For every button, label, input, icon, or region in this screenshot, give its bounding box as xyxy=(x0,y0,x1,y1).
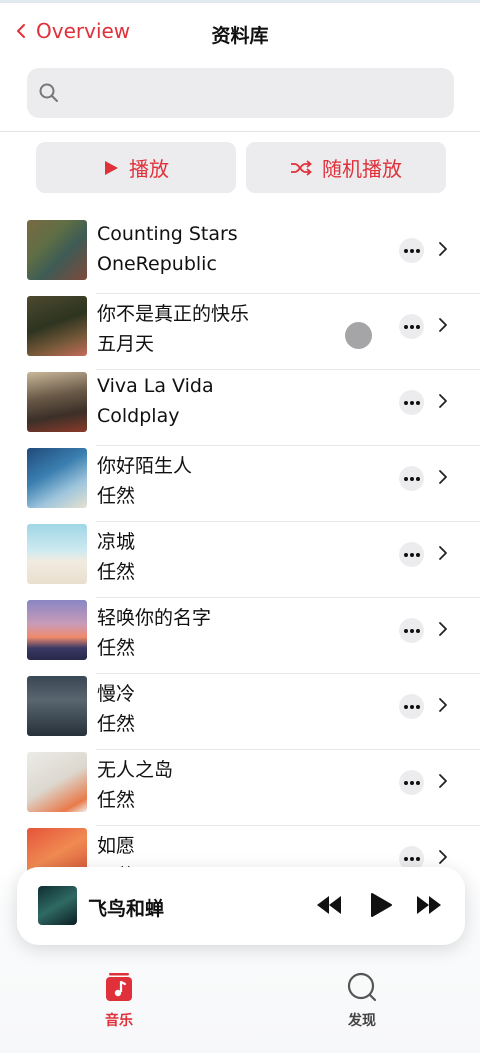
rewind-icon xyxy=(317,896,341,914)
chevron-right-icon[interactable] xyxy=(438,849,448,865)
previous-button[interactable] xyxy=(315,894,343,916)
song-row[interactable]: Viva La Vida Coldplay xyxy=(0,370,480,446)
song-artist: 任然 xyxy=(97,561,136,583)
shuffle-label: 随机播放 xyxy=(322,157,402,181)
search-icon xyxy=(39,83,58,102)
song-artist: 任然 xyxy=(97,637,136,659)
divider xyxy=(0,131,480,132)
more-icon[interactable] xyxy=(399,770,424,795)
album-cover xyxy=(27,600,87,660)
mini-player[interactable]: 飞鸟和蝉 xyxy=(17,867,465,945)
more-icon[interactable] xyxy=(399,390,424,415)
song-title: 你不是真正的快乐 xyxy=(97,303,250,325)
tab-music[interactable]: 音乐 xyxy=(89,972,149,1030)
album-cover xyxy=(27,524,87,584)
album-cover xyxy=(27,448,87,508)
song-artist: 任然 xyxy=(97,485,136,507)
more-icon[interactable] xyxy=(399,238,424,263)
song-title: 无人之岛 xyxy=(97,759,174,781)
chevron-right-icon[interactable] xyxy=(438,469,448,485)
more-icon[interactable] xyxy=(399,466,424,491)
song-row[interactable]: 凉城 任然 xyxy=(0,522,480,598)
song-artist: Coldplay xyxy=(97,405,180,427)
play-icon xyxy=(371,893,392,917)
album-cover xyxy=(27,676,87,736)
tab-discover[interactable]: 发现 xyxy=(332,972,392,1030)
song-row[interactable]: 无人之岛 任然 xyxy=(0,750,480,826)
touch-indicator xyxy=(345,322,372,349)
album-cover xyxy=(27,296,87,356)
chevron-right-icon[interactable] xyxy=(438,773,448,789)
search-icon xyxy=(347,972,377,1002)
shuffle-icon xyxy=(290,159,312,176)
music-note-icon xyxy=(106,973,132,1001)
shuffle-button[interactable]: 随机播放 xyxy=(246,142,446,193)
song-title: Counting Stars xyxy=(97,223,238,245)
chevron-right-icon[interactable] xyxy=(438,697,448,713)
more-icon[interactable] xyxy=(399,618,424,643)
now-playing-title: 飞鸟和蝉 xyxy=(88,898,165,920)
song-artist: 任然 xyxy=(97,789,136,811)
song-title: Viva La Vida xyxy=(97,375,214,397)
song-artist: OneRepublic xyxy=(97,253,217,275)
song-row[interactable]: 你不是真正的快乐 五月天 xyxy=(0,294,480,370)
fast-forward-icon xyxy=(417,896,441,914)
play-pause-button[interactable] xyxy=(369,892,393,918)
nav-header: Overview 资料库 xyxy=(0,3,480,61)
song-artist: 任然 xyxy=(97,713,136,735)
chevron-right-icon[interactable] xyxy=(438,317,448,333)
more-icon[interactable] xyxy=(399,694,424,719)
song-row[interactable]: Counting Stars OneRepublic xyxy=(0,218,480,294)
chevron-right-icon[interactable] xyxy=(438,545,448,561)
play-button[interactable]: 播放 xyxy=(36,142,236,193)
next-button[interactable] xyxy=(415,894,443,916)
song-row[interactable]: 轻唤你的名字 任然 xyxy=(0,598,480,674)
album-cover xyxy=(27,372,87,432)
more-icon[interactable] xyxy=(399,314,424,339)
now-playing-cover xyxy=(38,886,77,925)
play-icon xyxy=(103,160,119,176)
page-title: 资料库 xyxy=(211,25,269,47)
album-cover xyxy=(27,220,87,280)
song-title: 你好陌生人 xyxy=(97,455,193,477)
search-input[interactable] xyxy=(27,68,454,118)
chevron-right-icon[interactable] xyxy=(438,621,448,637)
song-artist: 五月天 xyxy=(97,333,155,355)
more-icon[interactable] xyxy=(399,542,424,567)
song-row[interactable]: 你好陌生人 任然 xyxy=(0,446,480,522)
song-title: 轻唤你的名字 xyxy=(97,607,212,629)
song-row[interactable]: 慢冷 任然 xyxy=(0,674,480,750)
album-cover xyxy=(27,752,87,812)
tab-label: 发现 xyxy=(348,1013,376,1029)
song-title: 如愿 xyxy=(97,835,136,857)
song-title: 慢冷 xyxy=(97,683,136,705)
chevron-right-icon[interactable] xyxy=(438,241,448,257)
song-title: 凉城 xyxy=(97,531,136,553)
chevron-right-icon[interactable] xyxy=(438,393,448,409)
tab-label: 音乐 xyxy=(105,1013,133,1029)
play-label: 播放 xyxy=(129,157,169,181)
